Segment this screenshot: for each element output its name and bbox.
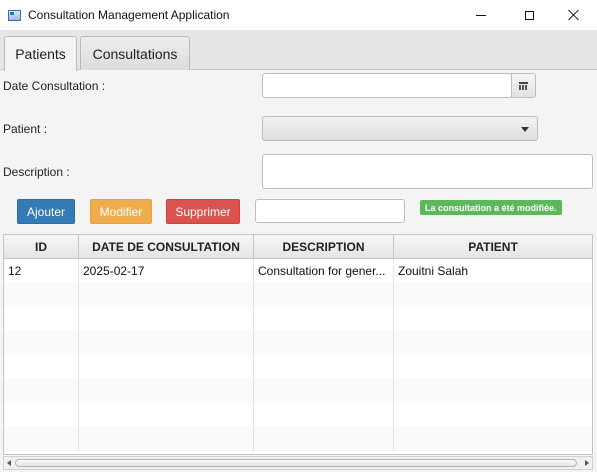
empty-row (4, 379, 592, 403)
minimize-icon (476, 14, 486, 16)
description-field[interactable] (262, 154, 593, 189)
scrollbar-thumb[interactable] (15, 459, 577, 467)
tab-patients[interactable]: Patients (4, 36, 77, 71)
tab-bar: Patients Consultations (0, 30, 597, 71)
edit-button[interactable]: Modifier (90, 199, 152, 224)
window-title: Consultation Management Application (28, 8, 230, 22)
empty-row (4, 427, 592, 451)
status-badge: La consultation a été modifiée. (420, 200, 562, 215)
cell-description: Consultation for gener... (254, 259, 394, 283)
cell-patient: Zouitni Salah (398, 264, 469, 278)
horizontal-scrollbar[interactable] (3, 456, 593, 470)
consultations-table[interactable]: ID DATE DE CONSULTATION DESCRIPTION PATI… (3, 234, 593, 455)
description-label: Description : (3, 165, 70, 179)
chevron-down-icon (521, 127, 529, 132)
cell-id: 12 (4, 259, 79, 283)
column-header-date[interactable]: DATE DE CONSULTATION (79, 235, 254, 258)
close-button[interactable] (551, 0, 597, 30)
table-header: ID DATE DE CONSULTATION DESCRIPTION PATI… (4, 235, 592, 259)
empty-row (4, 331, 592, 355)
column-header-description[interactable]: DESCRIPTION (254, 235, 394, 258)
delete-button[interactable]: Supprimer (166, 199, 240, 224)
column-header-patient[interactable]: PATIENT (394, 235, 592, 258)
minimize-button[interactable] (458, 0, 504, 30)
empty-row (4, 283, 592, 307)
tab-consultations[interactable]: Consultations (80, 36, 190, 70)
close-icon (568, 9, 580, 21)
maximize-button[interactable] (506, 0, 552, 30)
add-button[interactable]: Ajouter (17, 199, 75, 224)
search-input[interactable] (255, 199, 405, 223)
empty-row (4, 355, 592, 379)
patient-select[interactable] (262, 116, 538, 141)
date-label: Date Consultation : (3, 79, 106, 93)
app-window: Consultation Management Application Pati… (0, 0, 597, 472)
table-row[interactable]: 12 2025-02-17 Consultation for gener... … (4, 259, 592, 283)
maximize-icon (524, 10, 534, 20)
app-window-icon (8, 9, 21, 21)
calendar-icon (519, 81, 528, 90)
patient-label: Patient : (3, 122, 48, 136)
cell-date: 2025-02-17 (79, 259, 254, 283)
title-bar: Consultation Management Application (0, 0, 597, 30)
scroll-left-icon[interactable] (7, 460, 11, 466)
date-picker-button[interactable] (511, 73, 536, 98)
date-field[interactable] (262, 73, 512, 98)
scroll-right-icon[interactable] (585, 460, 589, 466)
empty-row (4, 403, 592, 427)
column-header-id[interactable]: ID (4, 235, 79, 258)
empty-row (4, 307, 592, 331)
